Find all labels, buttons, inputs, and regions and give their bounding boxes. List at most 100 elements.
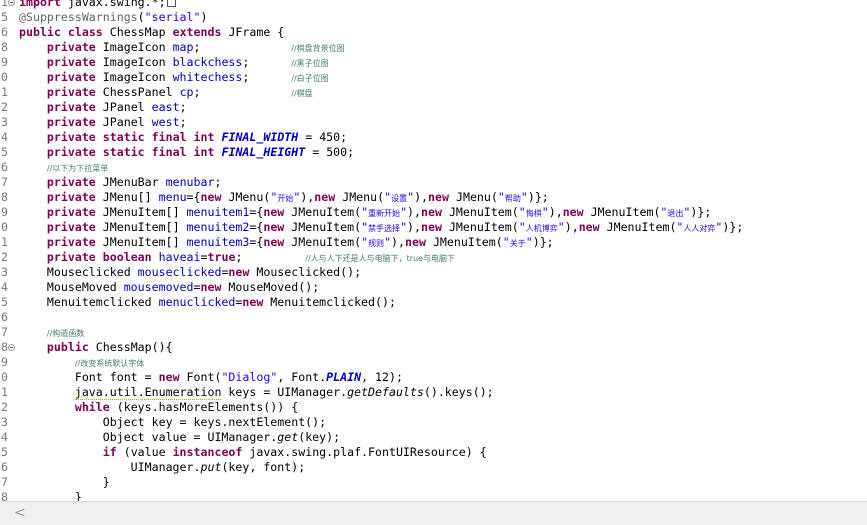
line-number: 0 — [1, 220, 8, 234]
code-text[interactable]: while (keys.hasMoreElements()) { — [19, 400, 298, 415]
line-number: 0 — [1, 370, 8, 384]
code-line[interactable]: 4 MouseMoved mousemoved=new MouseMoved()… — [0, 280, 867, 295]
line-number: 2 — [1, 250, 8, 264]
code-line[interactable]: 5 @SuppressWarnings("serial") — [0, 10, 867, 25]
code-text[interactable]: private boolean haveai=true; //人与人下还是人与电… — [19, 250, 455, 266]
line-number: 3 — [1, 115, 8, 129]
code-text[interactable]: UIManager.put(key, font); — [19, 460, 306, 475]
code-text[interactable]: //以下为下拉菜单 — [19, 160, 108, 176]
line-number: 6 — [1, 160, 8, 174]
line-number: 1 — [1, 0, 8, 9]
code-text[interactable]: import javax.swing.*; — [19, 0, 176, 10]
line-number: 4 — [1, 430, 8, 444]
code-text[interactable]: private JMenu[] menu={new JMenu("开始"),ne… — [19, 190, 549, 206]
code-text[interactable]: Menuitemclicked menuclicked=new Menuitem… — [19, 295, 396, 310]
code-line[interactable]: 1 java.util.Enumeration keys = UIManager… — [0, 385, 867, 400]
code-line[interactable]: 9 //改变系统默认字体 — [0, 355, 867, 370]
code-text[interactable]: //改变系统默认字体 — [19, 355, 144, 371]
line-number: 6 — [1, 310, 8, 324]
code-line[interactable]: 0 private JMenuItem[] menuitem2={new JMe… — [0, 220, 867, 235]
code-text[interactable]: public class ChessMap extends JFrame { — [19, 25, 284, 40]
fold-toggle-icon[interactable] — [8, 0, 15, 6]
line-number: 5 — [1, 445, 8, 459]
code-text[interactable]: private JPanel east; — [19, 100, 187, 115]
line-number: 1 — [1, 385, 8, 399]
code-line[interactable]: 0 Font font = new Font("Dialog", Font.PL… — [0, 370, 867, 385]
code-text[interactable]: Mouseclicked mouseclicked=new Mouseclick… — [19, 265, 361, 280]
line-number: 9 — [1, 355, 8, 369]
line-number: 2 — [1, 100, 8, 114]
code-line[interactable]: 9 private ImageIcon blackchess; //黑子位图 — [0, 55, 867, 70]
line-number: 8 — [1, 40, 8, 54]
code-line[interactable]: 9 private JMenuItem[] menuitem1={new JMe… — [0, 205, 867, 220]
line-number: 9 — [1, 55, 8, 69]
code-editor[interactable]: 1 import javax.swing.*; 5 @SuppressWarnings… — [0, 0, 867, 525]
code-line[interactable]: 6 public class ChessMap extends JFrame { — [0, 25, 867, 40]
code-line[interactable]: 2 while (keys.hasMoreElements()) { — [0, 400, 867, 415]
fold-toggle-icon[interactable] — [8, 344, 15, 351]
code-line[interactable]: 7 //构造函数 — [0, 325, 867, 340]
line-number: 7 — [1, 475, 8, 489]
line-number: 4 — [1, 280, 8, 294]
code-text[interactable]: MouseMoved mousemoved=new MouseMoved(); — [19, 280, 319, 295]
code-line[interactable]: 4 private static final int FINAL_WIDTH =… — [0, 130, 867, 145]
code-line[interactable]: 2 private boolean haveai=true; //人与人下还是人… — [0, 250, 867, 265]
code-text[interactable]: private JMenuItem[] menuitem1={new JMenu… — [19, 205, 711, 221]
code-text[interactable]: private static final int FINAL_WIDTH = 4… — [19, 130, 347, 145]
code-text[interactable]: private ChessPanel cp; //棋盘 — [19, 85, 313, 101]
code-text[interactable]: Font font = new Font("Dialog", Font.PLAI… — [19, 370, 403, 385]
line-number: 8 — [1, 190, 8, 204]
code-text[interactable]: public ChessMap(){ — [19, 340, 173, 355]
line-number: 5 — [1, 145, 8, 159]
scroll-left-arrow-icon[interactable]: < — [14, 505, 26, 521]
code-line[interactable]: 8 private JMenu[] menu={new JMenu("开始"),… — [0, 190, 867, 205]
code-text[interactable]: java.util.Enumeration keys = UIManager.g… — [19, 385, 494, 400]
code-line[interactable]: 4 Object value = UIManager.get(key); — [0, 430, 867, 445]
code-line[interactable]: 1 import javax.swing.*; — [0, 0, 867, 10]
code-line[interactable]: 2 private JPanel east; — [0, 100, 867, 115]
code-text[interactable]: private static final int FINAL_HEIGHT = … — [19, 145, 354, 160]
code-area[interactable]: 1 import javax.swing.*; 5 @SuppressWarnings… — [0, 0, 867, 505]
code-line[interactable]: 8 public ChessMap(){ — [0, 340, 867, 355]
code-line[interactable]: 7 } — [0, 475, 867, 490]
line-number: 2 — [1, 400, 8, 414]
code-text[interactable]: } — [19, 475, 110, 490]
code-line[interactable]: 3 Mouseclicked mouseclicked=new Mousecli… — [0, 265, 867, 280]
line-number: 6 — [1, 460, 8, 474]
code-text[interactable]: @SuppressWarnings("serial") — [19, 10, 207, 25]
code-text[interactable]: Object value = UIManager.get(key); — [19, 430, 340, 445]
line-number: 6 — [1, 25, 8, 39]
line-number: 9 — [1, 205, 8, 219]
code-line[interactable]: 6 — [0, 310, 867, 325]
code-text[interactable]: private JMenuBar menubar; — [19, 175, 222, 190]
code-line[interactable]: 3 Object key = keys.nextElement(); — [0, 415, 867, 430]
code-line[interactable]: 5 private static final int FINAL_HEIGHT … — [0, 145, 867, 160]
line-number: 7 — [1, 325, 8, 339]
line-number: 0 — [1, 70, 8, 84]
line-number: 1 — [1, 85, 8, 99]
line-number: 4 — [1, 130, 8, 144]
code-line[interactable]: 5 Menuitemclicked menuclicked=new Menuit… — [0, 295, 867, 310]
code-text[interactable]: //构造函数 — [19, 325, 84, 341]
code-text[interactable]: private ImageIcon blackchess; //黑子位图 — [19, 55, 329, 71]
horizontal-scrollbar[interactable]: < — [0, 501, 867, 525]
code-line[interactable]: 6 //以下为下拉菜单 — [0, 160, 867, 175]
code-line[interactable]: 5 if (value instanceof javax.swing.plaf.… — [0, 445, 867, 460]
code-text[interactable]: private ImageIcon whitechess; //白子位图 — [19, 70, 329, 86]
code-line[interactable]: 7 private JMenuBar menubar; — [0, 175, 867, 190]
code-line[interactable]: 0 private ImageIcon whitechess; //白子位图 — [0, 70, 867, 85]
code-text[interactable]: private JMenuItem[] menuitem3={new JMenu… — [19, 235, 554, 251]
code-line[interactable]: 1 private JMenuItem[] menuitem3={new JMe… — [0, 235, 867, 250]
code-text[interactable]: Object key = keys.nextElement(); — [19, 415, 326, 430]
code-line[interactable]: 3 private JPanel west; — [0, 115, 867, 130]
line-number: 8 — [1, 340, 8, 354]
code-line[interactable]: 1 private ChessPanel cp; //棋盘 — [0, 85, 867, 100]
code-text[interactable]: private JPanel west; — [19, 115, 187, 130]
code-text[interactable]: private JMenuItem[] menuitem2={new JMenu… — [19, 220, 743, 236]
code-line[interactable]: 8 private ImageIcon map; //棋盘背景位图 — [0, 40, 867, 55]
line-number: 5 — [1, 10, 8, 24]
code-line[interactable]: 6 UIManager.put(key, font); — [0, 460, 867, 475]
code-text[interactable]: private ImageIcon map; //棋盘背景位图 — [19, 40, 345, 56]
line-number: 3 — [1, 415, 8, 429]
code-text[interactable]: if (value instanceof javax.swing.plaf.Fo… — [19, 445, 487, 460]
